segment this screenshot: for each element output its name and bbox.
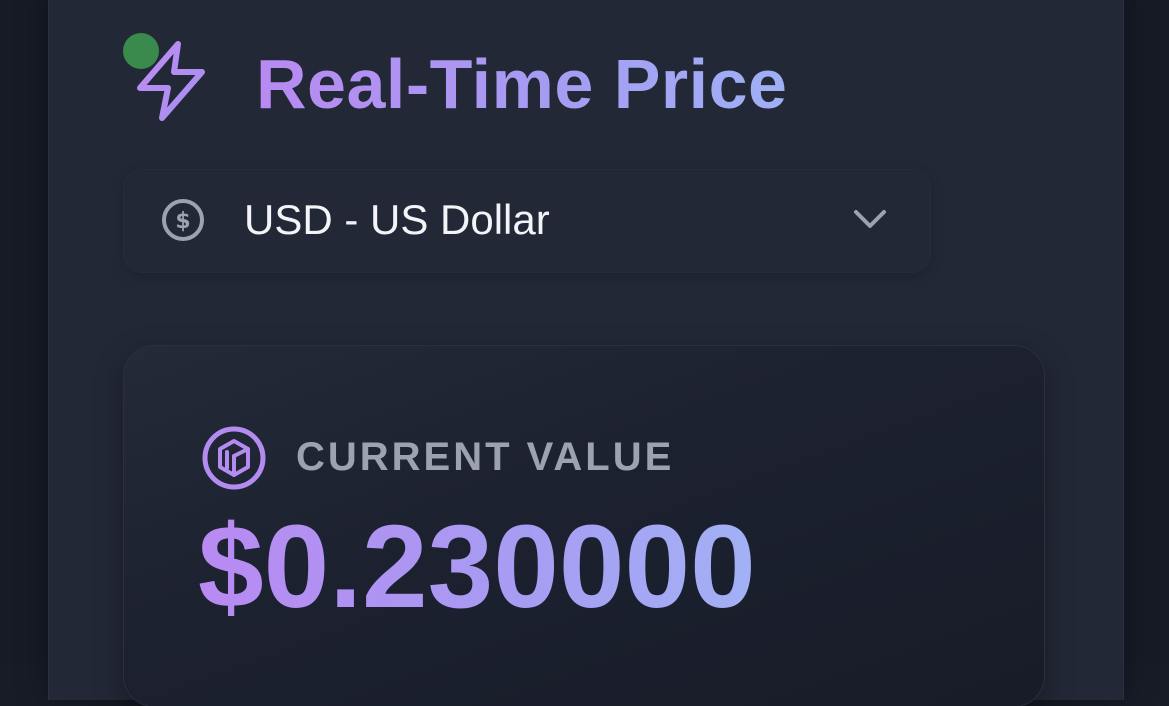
svg-text:$: $ bbox=[175, 209, 190, 234]
page-title: Real-Time Price bbox=[256, 40, 787, 128]
current-value-label: CURRENT VALUE bbox=[296, 435, 675, 479]
app-background: Real-Time Price $ USD - US Dollar CURREN… bbox=[0, 0, 1169, 706]
cube-coin-icon bbox=[202, 426, 266, 490]
chevron-down-icon[interactable] bbox=[850, 204, 890, 236]
dollar-circle-icon: $ bbox=[162, 199, 204, 241]
current-price-value: $0.230000 bbox=[198, 501, 756, 633]
lightning-bolt-icon bbox=[137, 41, 205, 121]
currency-select-value[interactable]: USD - US Dollar bbox=[244, 192, 550, 248]
